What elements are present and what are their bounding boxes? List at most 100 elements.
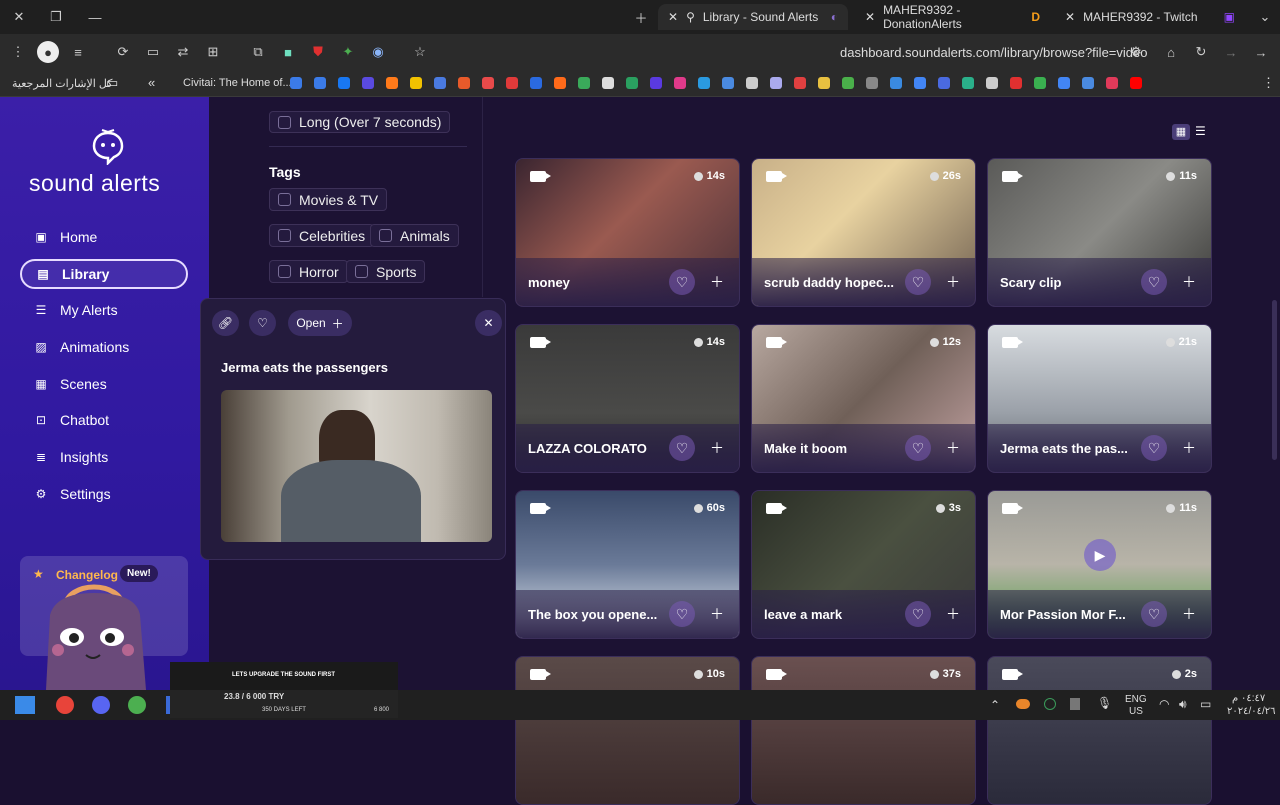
wifi-icon[interactable]: ◠ (1159, 697, 1169, 711)
add-icon[interactable]: ＋ (940, 601, 966, 627)
bookmark-icon[interactable] (818, 77, 830, 89)
tab-search-icon[interactable]: ⌄ (1254, 6, 1276, 28)
windows-start-icon[interactable] (15, 696, 35, 714)
bookmark-icon[interactable] (290, 77, 302, 89)
tag-movies-tv[interactable]: Movies & TV (269, 188, 388, 211)
duration-chip[interactable]: Long (Over 7 seconds) (269, 111, 451, 133)
video-card[interactable]: 11s ▶ Mor Passion Mor F... ♡ ＋ (987, 490, 1212, 639)
extension-ublock-icon[interactable]: ⛊ (307, 41, 329, 63)
bookmark-icon[interactable] (938, 77, 950, 89)
checkbox[interactable] (278, 229, 291, 242)
url-text[interactable]: dashboard.soundalerts.com/library/browse… (840, 45, 1147, 60)
apps-icon[interactable]: ⊞ (202, 41, 224, 63)
facebook-icon[interactable] (338, 77, 350, 89)
bookmark-icon[interactable] (1010, 77, 1022, 89)
clock-time[interactable]: ٠٤:٤٧ م (1232, 693, 1265, 704)
bookmark-icon[interactable] (770, 77, 782, 89)
checkbox[interactable] (278, 193, 291, 206)
card-title[interactable]: money (528, 275, 669, 290)
restore-window-icon[interactable]: ❐ (45, 6, 67, 28)
tag-chip[interactable]: Movies & TV (269, 188, 388, 211)
add-icon[interactable]: ＋ (1176, 269, 1202, 295)
google-icon[interactable] (914, 77, 926, 89)
heart-icon[interactable]: ♡ (905, 435, 931, 461)
add-icon[interactable]: ＋ (940, 435, 966, 461)
bookmark-icon[interactable] (602, 77, 614, 89)
tray-icon[interactable] (1070, 698, 1080, 710)
translate-icon[interactable]: ⇄ (172, 41, 194, 63)
bookmark-icon[interactable] (746, 77, 758, 89)
heart-icon[interactable]: ♡ (1141, 269, 1167, 295)
cloud-icon[interactable] (1016, 699, 1030, 709)
bookmark-icon[interactable] (890, 77, 902, 89)
bookmark-icon[interactable] (626, 77, 638, 89)
bookmark-star-icon[interactable]: ☆ (409, 41, 431, 63)
grid-view-icon[interactable]: ▦ (1172, 124, 1190, 140)
sidebar-item-scenes[interactable]: ▦ Scenes (20, 369, 188, 399)
bookmark-icon[interactable] (1106, 77, 1118, 89)
close-popup-button[interactable]: ✕ (475, 310, 502, 336)
heart-icon[interactable]: ♡ (905, 269, 931, 295)
video-card[interactable]: 14s LAZZA COLORATO ♡ ＋ (515, 324, 740, 473)
play-icon[interactable]: ▶ (1084, 539, 1116, 571)
screenshot-icon[interactable]: ⟳ (112, 41, 134, 63)
copy-link-button[interactable]: 🔗︎ (212, 310, 239, 336)
tag-celebrities[interactable]: Celebrities (269, 224, 375, 247)
tag-chip[interactable]: Animals (370, 224, 459, 247)
heart-icon[interactable]: ♡ (905, 601, 931, 627)
bookmark-icon[interactable] (986, 77, 998, 89)
favorite-button[interactable]: ♡ (249, 310, 276, 336)
bookmark-civitai[interactable]: Civitai: The Home of... (183, 77, 292, 89)
bookmark-icon[interactable] (434, 77, 446, 89)
bookmark-icon[interactable] (554, 77, 566, 89)
video-card[interactable]: 60s The box you opene... ♡ ＋ (515, 490, 740, 639)
site-settings-icon[interactable]: ⚙ (1125, 41, 1147, 63)
bookmark-icon[interactable] (794, 77, 806, 89)
tag-sports[interactable]: Sports (346, 260, 426, 283)
chevron-left-icon[interactable]: « (148, 75, 155, 90)
video-card[interactable]: 21s Jerma eats the pas... ♡ ＋ (987, 324, 1212, 473)
bookmark-icon[interactable] (866, 77, 878, 89)
tab-close-icon[interactable]: ✕ (1065, 10, 1075, 24)
video-card[interactable]: 14s money ♡ ＋ (515, 158, 740, 307)
language-code[interactable]: ENG (1125, 694, 1147, 705)
battery-icon[interactable]: ▭ (1200, 697, 1211, 711)
card-title[interactable]: scrub daddy hopec... (764, 275, 905, 290)
video-card[interactable]: 11s Scary clip ♡ ＋ (987, 158, 1212, 307)
bookmark-icon[interactable] (482, 77, 494, 89)
more-bookmarks-icon[interactable]: ⋮ (1262, 75, 1275, 91)
bookmark-icon[interactable] (506, 77, 518, 89)
checkbox[interactable] (278, 115, 291, 129)
microphone-icon[interactable]: 🎙︎ (1097, 696, 1112, 710)
video-card[interactable]: 12s Make it boom ♡ ＋ (751, 324, 976, 473)
bookmark-icon[interactable] (650, 77, 662, 89)
all-bookmarks-label[interactable]: كل الإشارات المرجعية (12, 77, 112, 90)
blogger-icon[interactable] (386, 77, 398, 89)
volume-icon[interactable]: 🔊︎ (1179, 697, 1187, 712)
open-button[interactable]: Open ＋ (288, 310, 352, 336)
profile-avatar-icon[interactable]: ● (37, 41, 59, 63)
add-icon[interactable]: ＋ (1176, 601, 1202, 627)
bookmark-icon[interactable] (1082, 77, 1094, 89)
card-title[interactable]: Make it boom (764, 441, 905, 456)
tab-twitch[interactable]: ✕ MAHER9392 - Twitch ▣ (1055, 4, 1245, 30)
card-title[interactable]: The box you opene... (528, 607, 669, 622)
sidebar-item-chatbot[interactable]: ⊡ Chatbot (20, 405, 188, 435)
checkbox[interactable] (379, 229, 392, 242)
bookmark-icon[interactable] (578, 77, 590, 89)
extension-teal-icon[interactable]: ■ (277, 41, 299, 63)
extension-green-icon[interactable]: ✦ (337, 41, 359, 63)
add-icon[interactable]: ＋ (704, 601, 730, 627)
video-card[interactable]: 26s scrub daddy hopec... ♡ ＋ (751, 158, 976, 307)
discord-icon[interactable] (92, 696, 110, 714)
sidebar-item-animations[interactable]: ▨ Animations (20, 332, 188, 362)
reload-icon[interactable]: ↻ (1190, 41, 1212, 63)
extension-blue-icon[interactable]: ◉ (367, 41, 389, 63)
bookmark-icon[interactable] (458, 77, 470, 89)
bookmark-icon[interactable] (1034, 77, 1046, 89)
heart-icon[interactable]: ♡ (669, 269, 695, 295)
back-icon[interactable]: → (1250, 41, 1272, 63)
clock-date[interactable]: ٢٠٢٤/٠٤/٢٦ (1227, 706, 1276, 717)
tag-chip[interactable]: Celebrities (269, 224, 375, 247)
add-icon[interactable]: ＋ (940, 269, 966, 295)
